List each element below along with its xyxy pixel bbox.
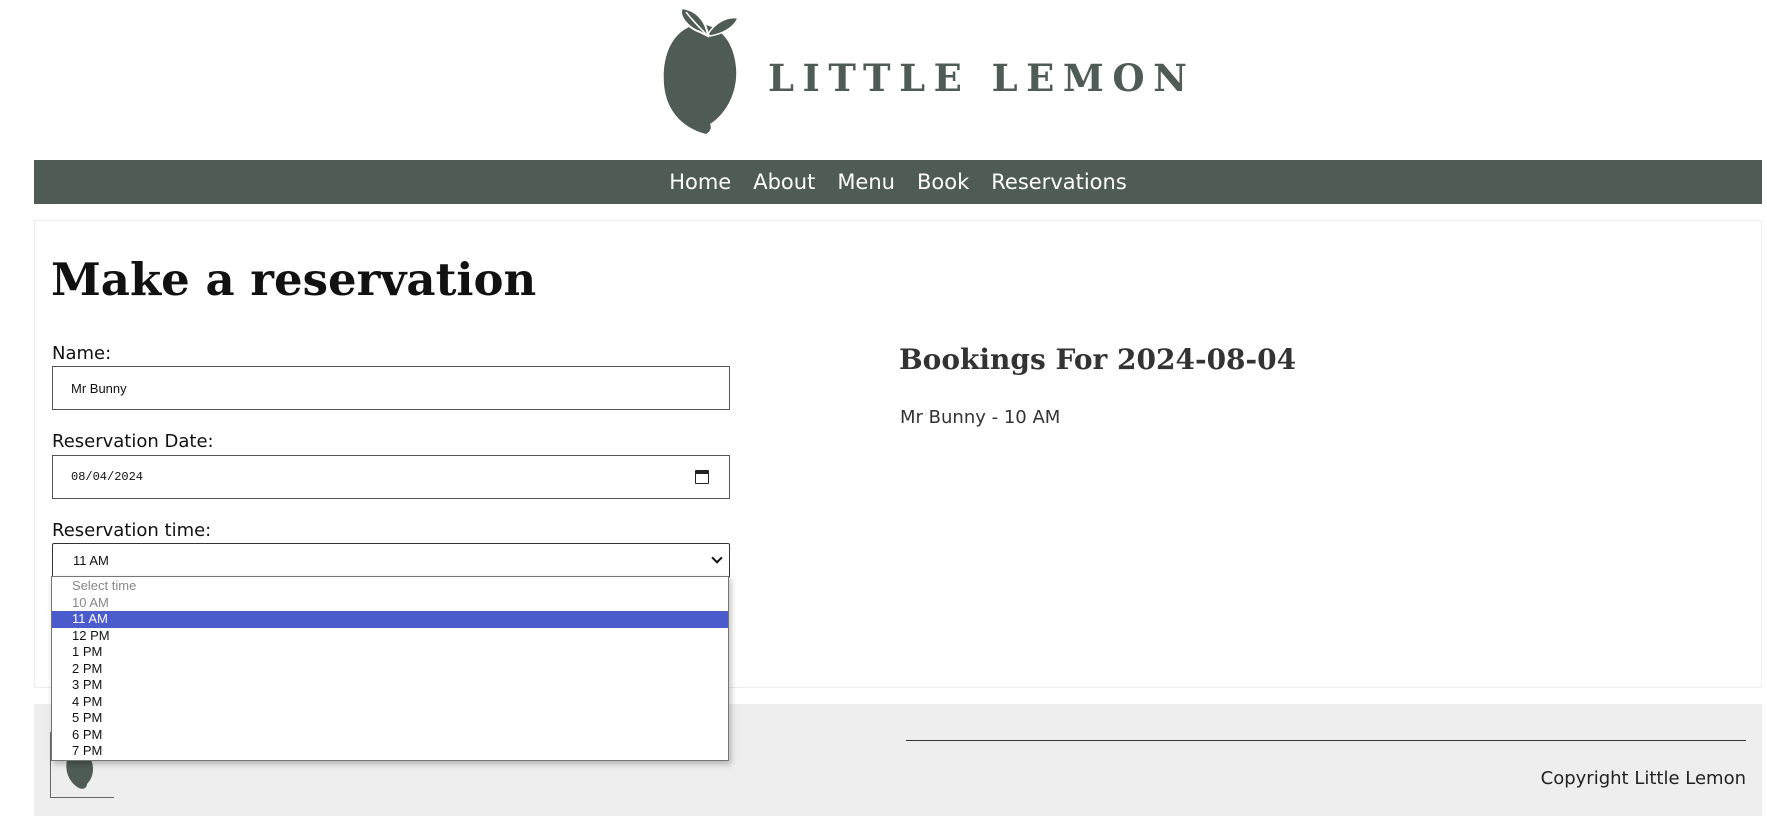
nav-item-book[interactable]: Book xyxy=(917,170,969,194)
nav-item-menu[interactable]: Menu xyxy=(837,170,895,194)
time-select[interactable]: 11 AM xyxy=(52,543,730,578)
date-input-value: 08/04/2024 xyxy=(71,470,144,484)
name-label: Name: xyxy=(52,343,112,364)
name-input[interactable]: Mr Bunny xyxy=(52,366,730,410)
time-option[interactable]: 7 PM xyxy=(52,743,728,760)
site-header: LITTLE LEMON xyxy=(0,0,1767,160)
time-option: 10 AM xyxy=(72,594,109,610)
footer-divider xyxy=(906,740,1746,741)
date-input[interactable]: 08/04/2024 xyxy=(52,455,730,499)
time-label: Reservation time: xyxy=(52,520,212,541)
page-title: Make a reservation xyxy=(51,253,537,306)
brand-name: LITTLE LEMON xyxy=(768,56,1196,100)
lemon-logo-icon xyxy=(663,6,740,134)
time-option[interactable]: 4 PM xyxy=(52,694,728,711)
main-nav: Home About Menu Book Reservations xyxy=(34,160,1762,204)
date-label: Reservation Date: xyxy=(52,431,214,452)
time-select-value: 11 AM xyxy=(73,553,109,568)
time-option[interactable]: 1 PM xyxy=(52,644,728,661)
bookings-title: Bookings For 2024-08-04 xyxy=(899,343,1297,376)
brand-logo[interactable]: LITTLE LEMON xyxy=(660,6,1187,136)
time-option[interactable]: 5 PM xyxy=(52,710,728,727)
chevron-down-icon xyxy=(711,552,723,564)
name-input-value: Mr Bunny xyxy=(71,380,127,396)
time-option[interactable]: 12 PM xyxy=(52,628,728,645)
copyright-text: Copyright Little Lemon xyxy=(1540,768,1746,789)
time-option[interactable]: 11 AM xyxy=(52,611,728,628)
nav-item-reservations[interactable]: Reservations xyxy=(991,170,1127,194)
time-option[interactable]: 2 PM xyxy=(52,661,728,678)
booking-item: Mr Bunny - 10 AM xyxy=(900,407,1061,428)
time-option: Select time xyxy=(72,578,137,593)
calendar-icon[interactable] xyxy=(695,470,709,484)
time-options-list: Select time 10 AM 11 AM 12 PM 1 PM 2 PM … xyxy=(51,576,729,761)
time-option[interactable]: 6 PM xyxy=(52,727,728,744)
time-option[interactable]: 3 PM xyxy=(52,677,728,694)
nav-item-about[interactable]: About xyxy=(753,170,815,194)
nav-item-home[interactable]: Home xyxy=(669,170,731,194)
